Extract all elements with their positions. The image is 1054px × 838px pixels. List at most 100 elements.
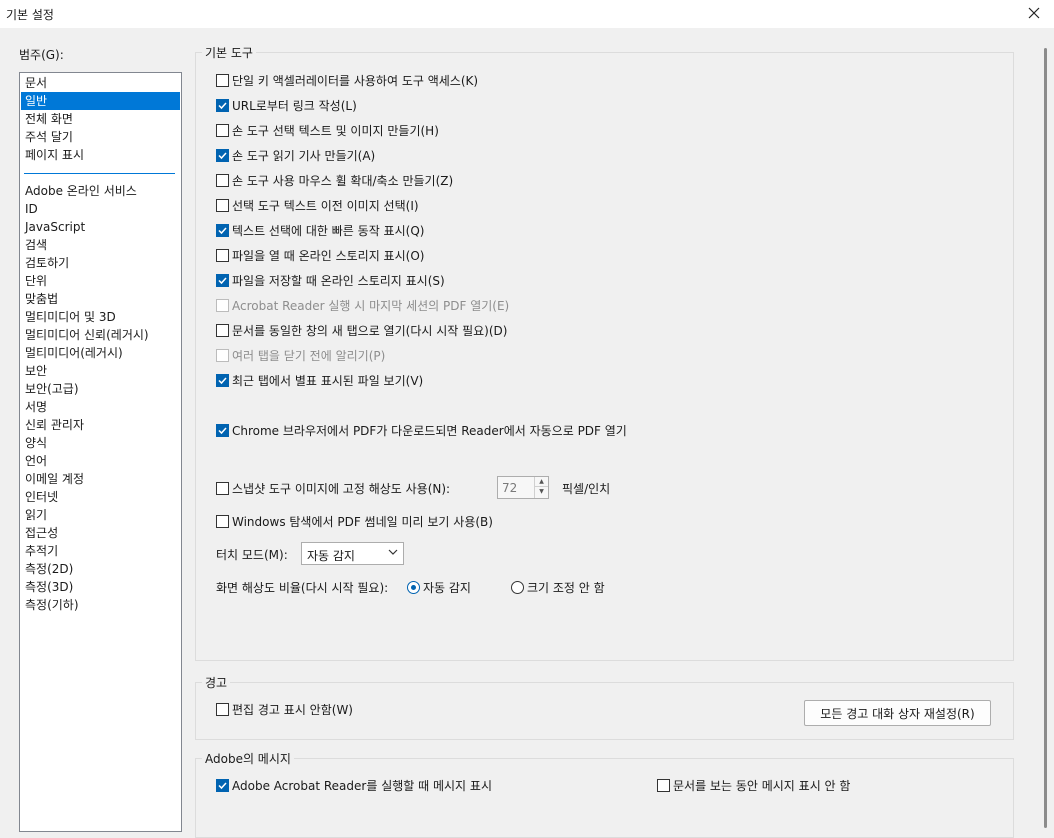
close-icon bbox=[1028, 7, 1040, 19]
category-item[interactable]: 멀티미디어(레거시) bbox=[21, 344, 180, 362]
option-row[interactable]: 손 도구 사용 마우스 휠 확대/축소 만들기(Z) bbox=[216, 172, 453, 189]
spin-up-icon[interactable]: ▲ bbox=[535, 477, 548, 487]
checkbox[interactable] bbox=[216, 174, 229, 187]
scaling-option-none[interactable]: 크기 조정 안 함 bbox=[511, 579, 605, 596]
category-item[interactable]: Adobe 온라인 서비스 bbox=[21, 182, 180, 200]
chrome-option-row[interactable]: Chrome 브라우저에서 PDF가 다운로드되면 Reader에서 자동으로 … bbox=[216, 422, 627, 439]
option-label: URL로부터 링크 작성(L) bbox=[232, 99, 357, 113]
checkbox[interactable] bbox=[216, 324, 229, 337]
scroll-thumb[interactable] bbox=[1044, 48, 1047, 828]
touch-mode-select[interactable]: 자동 감지 bbox=[301, 542, 404, 565]
option-row[interactable]: URL로부터 링크 작성(L) bbox=[216, 97, 357, 114]
close-button[interactable] bbox=[1022, 2, 1046, 24]
category-item[interactable]: 측정(2D) bbox=[21, 560, 180, 578]
thumbnail-option-row[interactable]: Windows 탐색에서 PDF 썸네일 미리 보기 사용(B) bbox=[216, 513, 493, 530]
option-row-disabled: 여러 탭을 닫기 전에 알리기(P) bbox=[216, 347, 385, 364]
scaling-option-auto[interactable]: 자동 감지 bbox=[407, 579, 471, 596]
category-item[interactable]: 측정(3D) bbox=[21, 578, 180, 596]
window-title: 기본 설정 bbox=[6, 8, 54, 22]
option-row[interactable]: 손 도구 선택 텍스트 및 이미지 만들기(H) bbox=[216, 122, 439, 139]
checkbox[interactable] bbox=[216, 703, 229, 716]
checkbox-checked[interactable] bbox=[216, 99, 229, 112]
category-item[interactable]: ID bbox=[21, 200, 180, 218]
option-row[interactable]: 손 도구 읽기 기사 만들기(A) bbox=[216, 147, 375, 164]
spin-down-icon[interactable]: ▼ bbox=[535, 487, 548, 497]
category-item[interactable]: 맞춤법 bbox=[21, 290, 180, 308]
message-option-label: Adobe Acrobat Reader를 실행할 때 메시지 표시 bbox=[232, 779, 492, 793]
category-label: 범주(G): bbox=[19, 48, 64, 62]
warnings-title: 경고 bbox=[202, 674, 231, 691]
messages-title: Adobe의 메시지 bbox=[202, 750, 294, 767]
option-label: 선택 도구 텍스트 이전 이미지 선택(I) bbox=[232, 199, 419, 213]
option-row[interactable]: 파일을 열 때 온라인 스토리지 표시(O) bbox=[216, 247, 424, 264]
category-item[interactable]: 전체 화면 bbox=[21, 110, 180, 128]
category-item[interactable]: 문서 bbox=[21, 74, 180, 92]
content-scrollbar[interactable] bbox=[1036, 40, 1054, 828]
checkbox-checked[interactable] bbox=[216, 274, 229, 287]
scaling-label: 화면 해상도 비율(다시 시작 필요): bbox=[216, 581, 389, 595]
snapshot-option-row[interactable]: 스냅샷 도구 이미지에 고정 해상도 사용(N): bbox=[216, 480, 450, 497]
radio-checked[interactable] bbox=[407, 581, 420, 594]
checkbox[interactable] bbox=[216, 515, 229, 528]
category-item[interactable]: 검토하기 bbox=[21, 254, 180, 272]
checkbox-checked[interactable] bbox=[216, 424, 229, 437]
option-label: 문서를 동일한 창의 새 탭으로 열기(다시 시작 필요)(D) bbox=[232, 324, 508, 338]
category-item[interactable]: 신뢰 관리자 bbox=[21, 416, 180, 434]
category-item[interactable]: JavaScript bbox=[21, 218, 180, 236]
message-option-row[interactable]: Adobe Acrobat Reader를 실행할 때 메시지 표시 bbox=[216, 777, 492, 794]
edit-warning-option-row[interactable]: 편집 경고 표시 안함(W) bbox=[216, 701, 353, 718]
checkbox[interactable] bbox=[216, 199, 229, 212]
checkbox[interactable] bbox=[216, 74, 229, 87]
category-item[interactable]: 이메일 계정 bbox=[21, 470, 180, 488]
option-label: 텍스트 선택에 대한 빠른 동작 표시(Q) bbox=[232, 224, 425, 238]
category-item[interactable]: 검색 bbox=[21, 236, 180, 254]
reset-warnings-button[interactable]: 모든 경고 대화 상자 재설정(R) bbox=[804, 700, 991, 726]
category-item[interactable]: 주석 달기 bbox=[21, 128, 180, 146]
checkbox[interactable] bbox=[657, 779, 670, 792]
category-item[interactable]: 멀티미디어 및 3D bbox=[21, 308, 180, 326]
checkbox[interactable] bbox=[216, 124, 229, 137]
checkbox-checked[interactable] bbox=[216, 224, 229, 237]
checkbox[interactable] bbox=[216, 482, 229, 495]
category-item[interactable]: 단위 bbox=[21, 272, 180, 290]
category-item[interactable]: 페이지 표시 bbox=[21, 146, 180, 164]
category-item[interactable]: 인터넷 bbox=[21, 488, 180, 506]
checkbox-checked[interactable] bbox=[216, 149, 229, 162]
option-row[interactable]: 선택 도구 텍스트 이전 이미지 선택(I) bbox=[216, 197, 419, 214]
category-list[interactable]: 문서 일반 전체 화면 주석 달기 페이지 표시 Adobe 온라인 서비스 I… bbox=[19, 72, 182, 832]
option-row[interactable]: 최근 탭에서 별표 표시된 파일 보기(V) bbox=[216, 372, 423, 389]
category-item[interactable]: 서명 bbox=[21, 398, 180, 416]
snapshot-option-label: 스냅샷 도구 이미지에 고정 해상도 사용(N): bbox=[232, 482, 451, 496]
message-option-row[interactable]: 문서를 보는 동안 메시지 표시 안 함 bbox=[657, 777, 850, 794]
checkbox-checked[interactable] bbox=[216, 779, 229, 792]
option-row[interactable]: 단일 키 액셀러레이터를 사용하여 도구 액세스(K) bbox=[216, 72, 478, 89]
category-item[interactable]: 추적기 bbox=[21, 542, 180, 560]
category-item[interactable]: 멀티미디어 신뢰(레거시) bbox=[21, 326, 180, 344]
title-bar: 기본 설정 bbox=[0, 0, 1054, 28]
radio[interactable] bbox=[511, 581, 524, 594]
option-row[interactable]: 텍스트 선택에 대한 빠른 동작 표시(Q) bbox=[216, 222, 424, 239]
checkbox[interactable] bbox=[216, 249, 229, 262]
thumbnail-option-label: Windows 탐색에서 PDF 썸네일 미리 보기 사용(B) bbox=[232, 515, 493, 529]
option-row-disabled: Acrobat Reader 실행 시 마지막 세션의 PDF 열기(E) bbox=[216, 297, 509, 314]
checkbox-checked[interactable] bbox=[216, 374, 229, 387]
messages-group: Adobe의 메시지 bbox=[195, 750, 1014, 838]
radio-label: 자동 감지 bbox=[423, 581, 471, 595]
option-label: 파일을 열 때 온라인 스토리지 표시(O) bbox=[232, 249, 425, 263]
checkbox-disabled bbox=[216, 349, 229, 362]
option-row[interactable]: 문서를 동일한 창의 새 탭으로 열기(다시 시작 필요)(D) bbox=[216, 322, 507, 339]
category-item[interactable]: 보안(고급) bbox=[21, 380, 180, 398]
category-item[interactable]: 언어 bbox=[21, 452, 180, 470]
category-item[interactable]: 접근성 bbox=[21, 524, 180, 542]
option-label: 최근 탭에서 별표 표시된 파일 보기(V) bbox=[232, 374, 424, 388]
category-item[interactable]: 보안 bbox=[21, 362, 180, 380]
basic-tools-title: 기본 도구 bbox=[202, 44, 256, 61]
option-row[interactable]: 파일을 저장할 때 온라인 스토리지 표시(S) bbox=[216, 272, 445, 289]
category-item[interactable]: 양식 bbox=[21, 434, 180, 452]
resolution-spinner[interactable]: 72 ▲ ▼ bbox=[497, 476, 549, 499]
category-item-selected[interactable]: 일반 bbox=[21, 92, 180, 110]
category-separator bbox=[24, 173, 175, 174]
option-label: Acrobat Reader 실행 시 마지막 세션의 PDF 열기(E) bbox=[232, 299, 510, 313]
category-item[interactable]: 읽기 bbox=[21, 506, 180, 524]
category-item[interactable]: 측정(기하) bbox=[21, 596, 180, 614]
